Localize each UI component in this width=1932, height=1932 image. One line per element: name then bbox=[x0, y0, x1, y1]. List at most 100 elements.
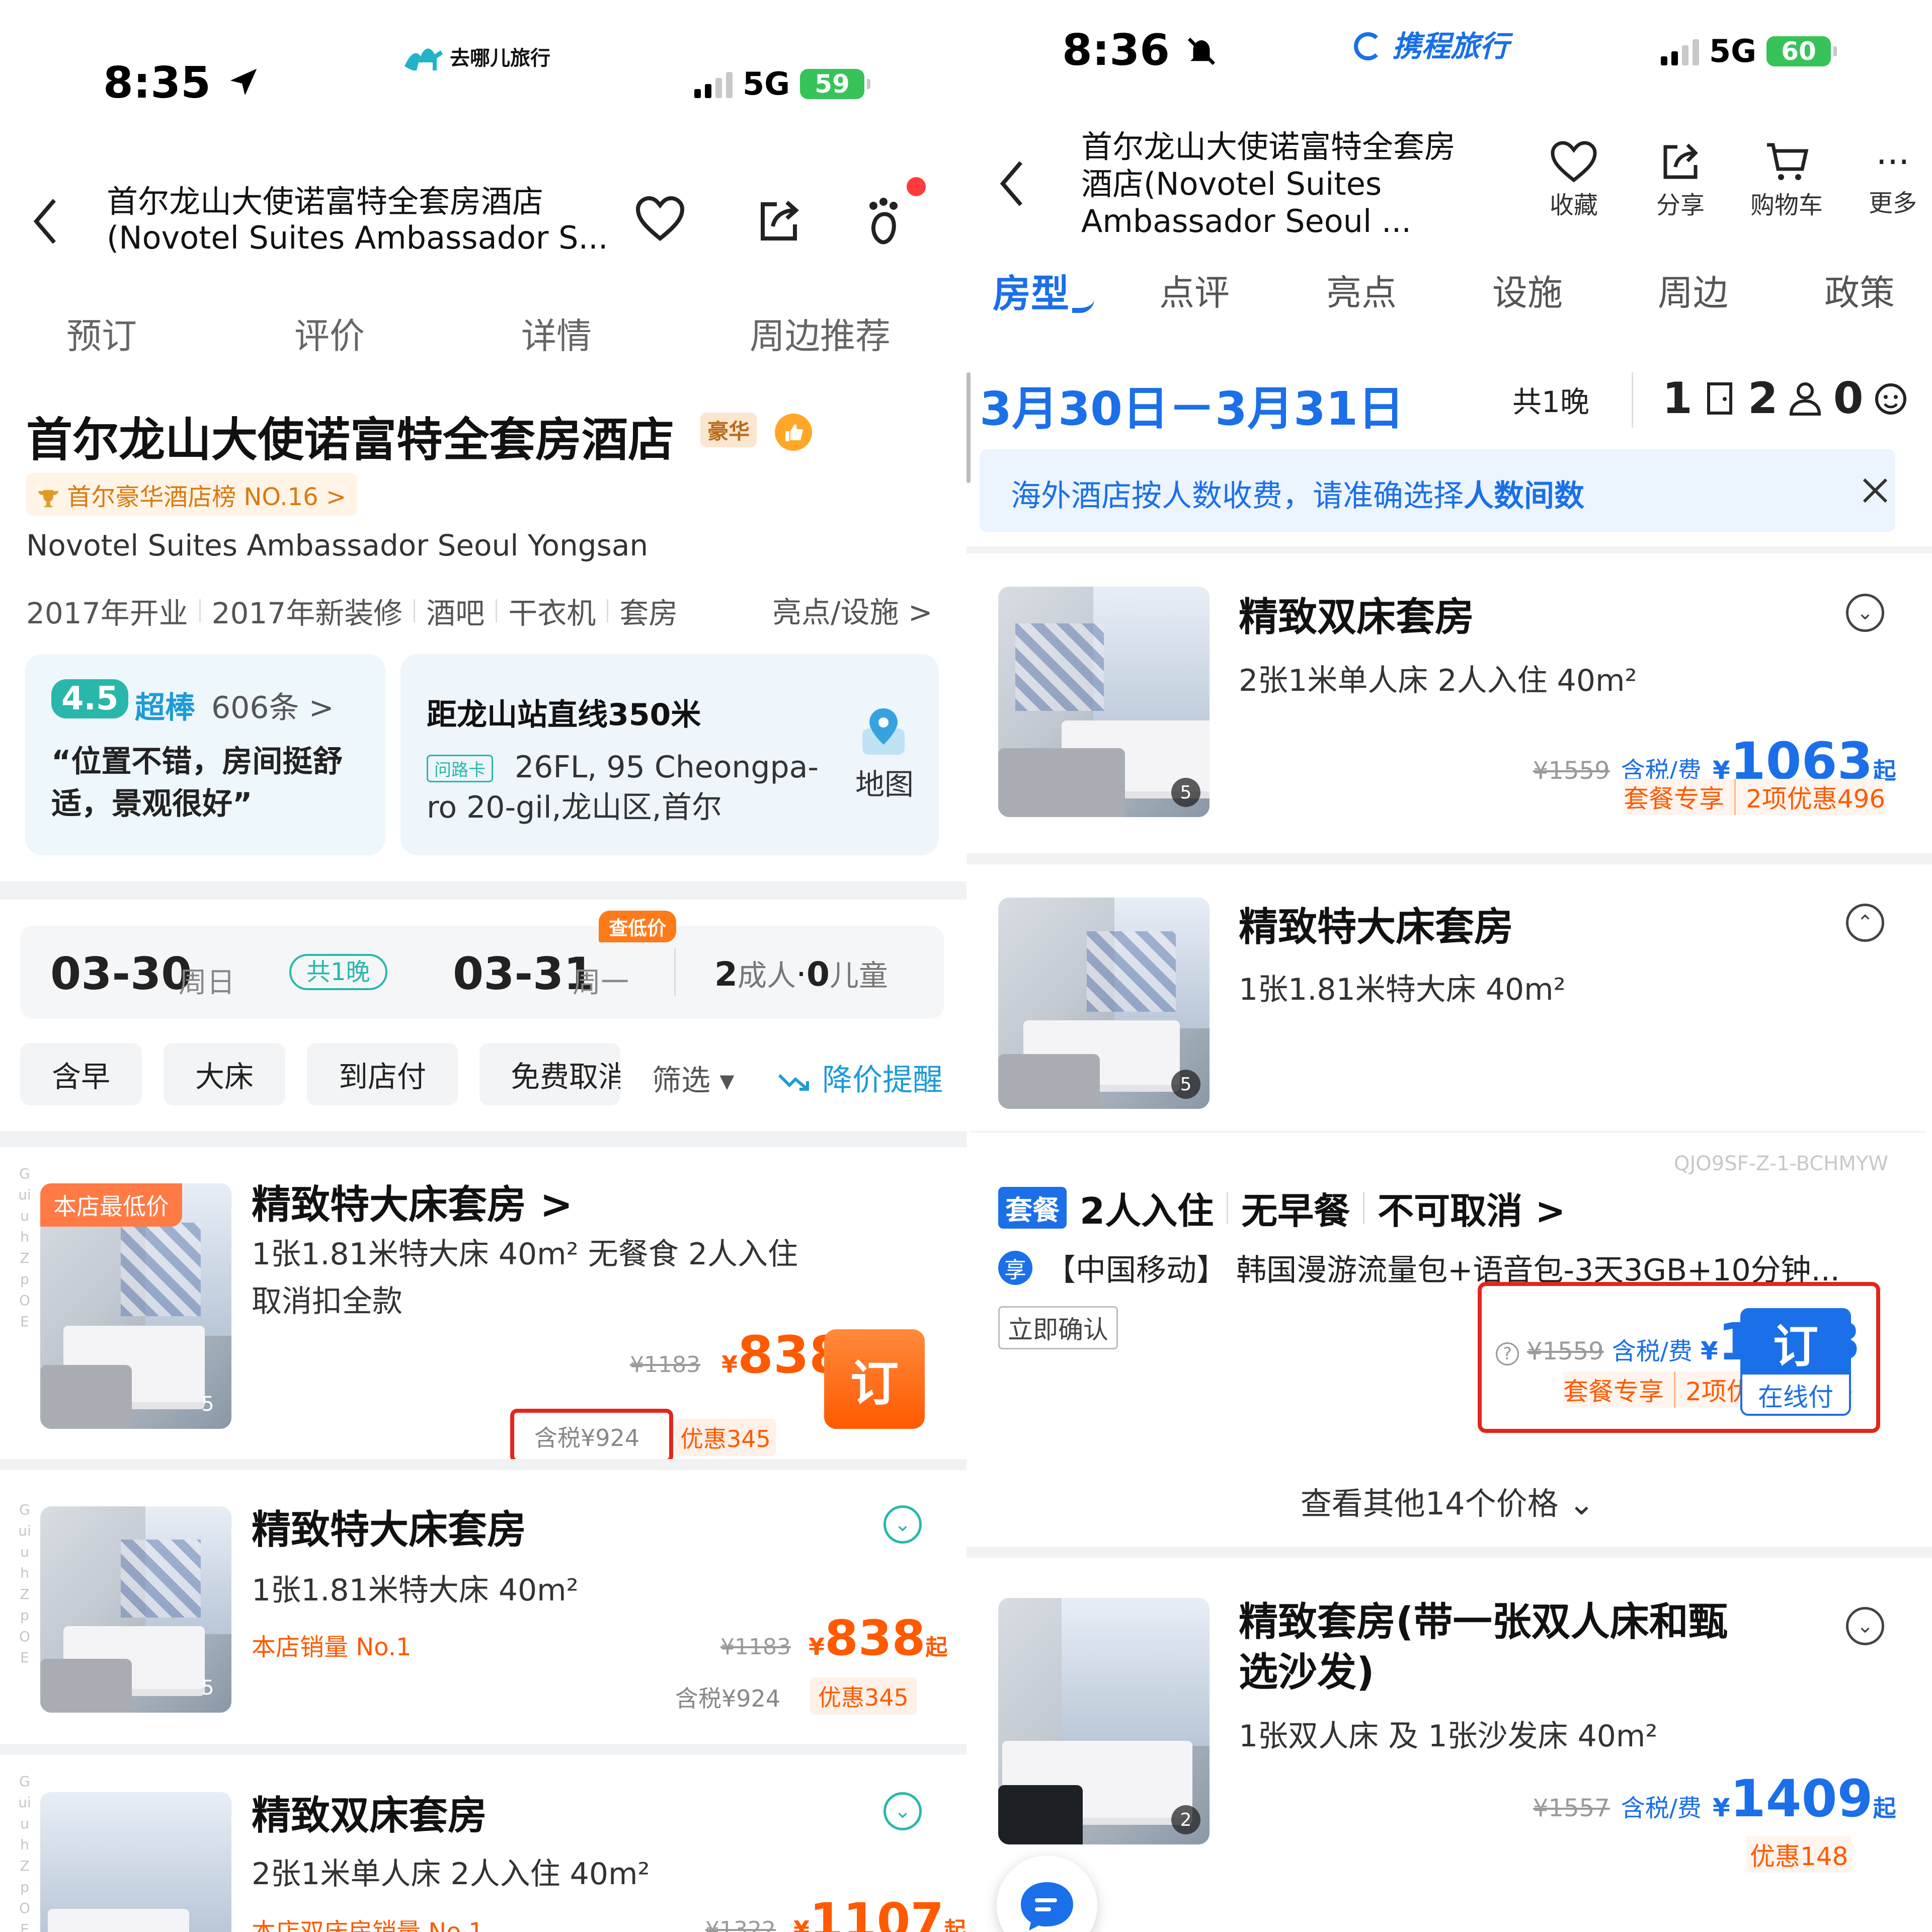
tab-details[interactable]: 详情 bbox=[521, 308, 592, 359]
brand-name: 携程旅行 bbox=[1392, 29, 1509, 63]
tab-policy[interactable]: 政策 bbox=[1824, 265, 1895, 315]
ranking-badge[interactable]: 首尔豪华酒店榜 NO.16 > bbox=[26, 473, 358, 516]
package-cancel: 不可取消 > bbox=[1378, 1190, 1566, 1232]
room-card[interactable]: 2 精致套房(带一张双人床和甄 选沙发) 1张双人床 及 1张沙发床 40m² … bbox=[970, 1563, 1925, 1932]
expand-chevron-icon[interactable]: ⌄ bbox=[1846, 594, 1884, 632]
section-divider bbox=[0, 881, 967, 900]
tab-highlights[interactable]: 亮点 bbox=[1326, 265, 1397, 315]
bell-muted-icon bbox=[1187, 37, 1216, 65]
current-price: ¥1107起 bbox=[793, 1893, 966, 1932]
expand-chevron-icon[interactable]: ⌄ bbox=[883, 1792, 922, 1830]
filter-king-bed[interactable]: 大床 bbox=[164, 1043, 285, 1105]
status-time: 8:35 bbox=[103, 58, 261, 108]
heart-plus-icon bbox=[1551, 141, 1597, 183]
room-photo[interactable]: 2 bbox=[998, 1598, 1210, 1844]
room-title[interactable]: 精致双床套房 bbox=[252, 1784, 487, 1840]
back-icon[interactable] bbox=[997, 158, 1027, 209]
price-value: 838 bbox=[825, 1610, 926, 1666]
adult-count: 2 bbox=[1747, 373, 1778, 424]
favorite-heart-icon[interactable] bbox=[635, 196, 685, 242]
trend-down-icon bbox=[778, 1074, 809, 1091]
filter-more[interactable]: 筛选 ▾ bbox=[652, 1057, 735, 1099]
tab-booking[interactable]: 预订 bbox=[66, 308, 137, 359]
tab-facilities[interactable]: 设施 bbox=[1492, 265, 1563, 315]
child-count: 0 bbox=[806, 955, 830, 994]
room-card[interactable]: GuiuhZpOE 5 精致特大床套房 1张1.81米特大床 40m² 本店销量… bbox=[11, 1474, 955, 1741]
room-photo[interactable]: 5 bbox=[998, 898, 1210, 1109]
more-prices-link[interactable]: 查看其他14个价格 ⌄ bbox=[970, 1478, 1925, 1523]
cart-button[interactable]: 购物车 bbox=[1744, 141, 1829, 220]
room-photo[interactable]: 5 bbox=[40, 1506, 231, 1713]
room-photo[interactable] bbox=[40, 1792, 231, 1932]
notice-text: 海外酒店按人数收费，请准确选择人数间数 bbox=[1011, 471, 1584, 515]
guest-count[interactable]: 2成人·0儿童 bbox=[714, 952, 888, 994]
package-summary[interactable]: 套餐 2人入住 无早餐 不可取消 > bbox=[998, 1181, 1566, 1234]
ctrip-screenshot: 8:36 携程旅行 5G 60 首尔龙山大使诺富特全套房酒店(Novotel S… bbox=[967, 0, 1932, 1932]
map-label[interactable]: 地图 bbox=[855, 761, 914, 803]
price-alert-link[interactable]: 降价提醒 bbox=[777, 1056, 943, 1099]
tab-reviews[interactable]: 评价 bbox=[294, 308, 365, 359]
location-distance: 距龙山站直线350米 bbox=[427, 697, 701, 733]
room-title[interactable]: 精致特大床套房 bbox=[1239, 896, 1513, 952]
collapse-chevron-icon[interactable]: ⌃ bbox=[1846, 904, 1884, 942]
share-button[interactable]: 分享 bbox=[1638, 141, 1723, 220]
occupancy-selector[interactable]: 1 2 0 bbox=[1662, 373, 1909, 424]
close-icon[interactable] bbox=[1860, 475, 1890, 506]
hotel-name: 首尔龙山大使诺富特全套房酒店 bbox=[26, 413, 675, 467]
room-title[interactable]: 精致套房(带一张双人床和甄 选沙发) bbox=[1239, 1597, 1728, 1698]
checkin-date[interactable]: 03-30 bbox=[50, 948, 192, 1000]
filter-breakfast[interactable]: 含早 bbox=[20, 1043, 142, 1105]
footprint-icon[interactable] bbox=[861, 194, 910, 246]
tab-nearby[interactable]: 周边 bbox=[1658, 265, 1728, 315]
filter-free-cancel[interactable]: 免费取消 bbox=[479, 1043, 620, 1105]
room-title[interactable]: 精致双床套房 bbox=[1239, 586, 1474, 642]
original-price-text: ¥1183 bbox=[630, 1352, 700, 1378]
low-price-badge[interactable]: 查低价 bbox=[599, 911, 677, 942]
location-card[interactable]: 距龙山站直线350米 问路卡 26FL, 95 Cheongpa-ro 20-g… bbox=[400, 654, 939, 855]
share-icon[interactable] bbox=[755, 196, 803, 245]
room-title[interactable]: 精致特大床套房 > bbox=[252, 1173, 573, 1230]
price-value: 1107 bbox=[810, 1893, 944, 1932]
date-range[interactable]: 3月30日－3月31日 bbox=[980, 371, 1404, 438]
hotel-address: 26FL, 95 Cheongpa-ro 20-gil,龙山区,首尔 bbox=[427, 750, 819, 825]
child-face-icon bbox=[1875, 383, 1906, 415]
scroll-indicator bbox=[967, 372, 971, 483]
more-button[interactable]: ··· 更多 bbox=[1850, 141, 1932, 218]
room-photo[interactable]: 5 bbox=[998, 587, 1210, 817]
tab-reviews[interactable]: 点评 bbox=[1159, 265, 1230, 315]
header-title: 首尔龙山大使诺富特全套房酒店(Novotel Suites Ambassador… bbox=[1081, 128, 1456, 239]
trophy-icon bbox=[38, 490, 58, 507]
room-card[interactable]: 5 精致特大床套房 1张1.81米特大床 40m² ⌃ QJO9SF-Z-1-B… bbox=[970, 865, 1925, 1546]
expand-chevron-icon[interactable]: ⌄ bbox=[1846, 1607, 1884, 1645]
back-icon[interactable] bbox=[30, 196, 60, 247]
notice-message: 海外酒店按人数收费，请准确选择 bbox=[1011, 478, 1464, 514]
tab-rooms[interactable]: 房型 bbox=[993, 263, 1069, 318]
date-bar[interactable]: 03-30 周日 共1晚 03-31 周一 查低价 2成人·0儿童 bbox=[20, 911, 944, 1019]
review-count[interactable]: 606条 > bbox=[211, 683, 334, 727]
nights-pill: 共1晚 bbox=[289, 954, 387, 990]
brand-name: 去哪儿旅行 bbox=[450, 47, 550, 70]
room-card[interactable]: 5 精致双床套房 2张1米单人床 2人入住 40m² ⌄ ¥1559 含税/费 … bbox=[970, 555, 1925, 850]
sales-rank: 本店双床房销量 No.1 bbox=[252, 1918, 484, 1932]
room-card[interactable]: GuiuhZpOE 5 本店最低价 精致特大床套房 > 1张1.81米特大床 4… bbox=[11, 1153, 955, 1463]
room-card[interactable]: GuiuhZpOE 精致双床套房 2张1米单人床 2人入住 40m² 本店双床房… bbox=[11, 1761, 966, 1932]
room-title-line1: 精致套房(带一张双人床和甄 bbox=[1239, 1599, 1728, 1645]
expand-chevron-icon[interactable]: ⌄ bbox=[883, 1505, 922, 1544]
currency: ¥ bbox=[721, 1351, 738, 1378]
highlights-link[interactable]: 亮点/设施 > bbox=[772, 589, 933, 631]
status-indicators: 5G 59 bbox=[694, 65, 871, 102]
tax-included-price: 含税¥924 bbox=[675, 1685, 781, 1712]
room-title[interactable]: 精致特大床套房 bbox=[252, 1498, 526, 1555]
child-label: 儿童 bbox=[829, 958, 888, 993]
price-value: 1409 bbox=[1730, 1769, 1873, 1829]
tab-nearby[interactable]: 周边推荐 bbox=[750, 308, 891, 359]
rating-card[interactable]: 4.5 超棒 606条 > “位置不错，房间挺舒适，景观很好” bbox=[25, 654, 385, 855]
section-divider bbox=[967, 1547, 1932, 1558]
filter-pay-at-hotel[interactable]: 到店付 bbox=[307, 1043, 458, 1105]
ctrip-logo-icon bbox=[1354, 32, 1382, 60]
favorite-button[interactable]: 收藏 bbox=[1531, 141, 1617, 220]
header-title: 首尔龙山大使诺富特全套房酒店 (Novotel Suites Ambassado… bbox=[107, 184, 608, 256]
location-arrow-icon bbox=[230, 68, 257, 96]
book-button[interactable]: 订 bbox=[824, 1329, 925, 1429]
package-divider bbox=[970, 1131, 1925, 1133]
